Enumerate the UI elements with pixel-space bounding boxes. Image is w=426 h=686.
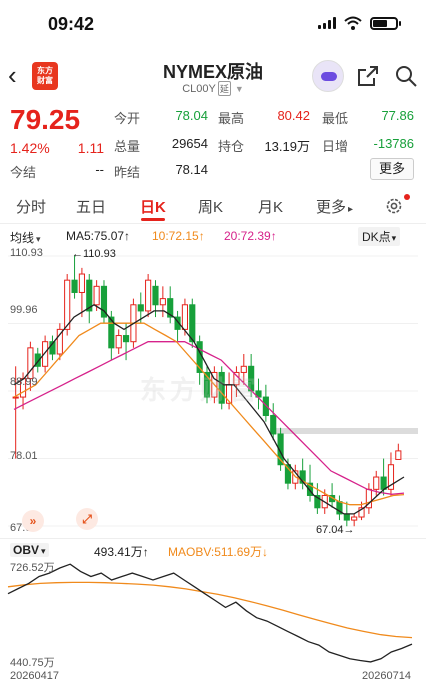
open-interest-label: 持仓 — [218, 139, 245, 154]
high-label: 最高 — [218, 111, 245, 126]
candle-body-11 — [93, 285, 100, 306]
ma5-line — [13, 304, 405, 515]
ma10-value: 10:72.15↑ — [152, 229, 205, 243]
candle-body-52 — [395, 450, 402, 460]
candle-body-8 — [71, 279, 78, 293]
obv-y-tick-bottom: 440.75万 — [10, 657, 55, 669]
tab-five-day[interactable]: 五日 — [76, 196, 106, 217]
ma10-line — [13, 322, 405, 506]
instrument-code: CL00Y — [182, 83, 216, 95]
ma20-value: 20:72.39↑ — [224, 229, 277, 243]
settle-label: 今结 — [10, 165, 37, 180]
open-label: 今开 — [114, 111, 141, 126]
caret-right-icon: ▸ — [348, 204, 354, 215]
high-marker-label: ←110.93 — [72, 248, 116, 260]
wifi-icon — [344, 16, 362, 30]
candle-body-24 — [189, 304, 196, 343]
gear-icon[interactable] — [384, 196, 404, 216]
more-quote-button[interactable]: 更多 — [370, 158, 414, 180]
status-bar: 09:42 — [0, 0, 426, 48]
notification-dot — [404, 194, 410, 200]
last-price: 79.25 — [10, 104, 81, 135]
obv-y-tick-top: 726.52万 — [10, 562, 55, 574]
tab-daily-k[interactable]: 日K — [140, 196, 166, 217]
obv-line — [7, 563, 413, 663]
low-marker-label: 67.04→ — [316, 524, 355, 536]
open-value: 78.04 — [175, 108, 208, 123]
expand-chart-button[interactable]: ⤢ — [76, 508, 98, 530]
obv-selector[interactable]: OBV — [10, 543, 49, 557]
x-end-date: 20260714 — [362, 670, 411, 682]
nav-bar: ‹ 东方 财富 NYMEX原油 CL00Y 延 ▼ — [0, 52, 426, 100]
assistant-avatar[interactable] — [312, 60, 344, 92]
cellular-signal-icon — [318, 17, 336, 29]
candle-body-20 — [159, 298, 166, 306]
change-percent: 1.42% — [10, 140, 50, 156]
candle-body-50 — [380, 476, 387, 490]
change-value: 1.11 — [77, 140, 104, 156]
chevron-down-icon: ▼ — [234, 84, 244, 94]
open-interest-value: 13.19万 — [264, 139, 310, 154]
maobv-line — [7, 581, 413, 639]
candle-body-0 — [12, 396, 19, 399]
search-icon[interactable] — [394, 64, 418, 88]
candle-body-9 — [78, 273, 85, 293]
high-value: 80.42 — [277, 108, 310, 123]
quote-panel: 79.25 1.42% 1.11 今开 78.04 最高 80.42 最低 77… — [0, 102, 426, 182]
candle-body-7 — [64, 279, 71, 330]
candle-body-35 — [270, 415, 277, 435]
y-tick-2: 99.96 — [10, 304, 38, 316]
prev-settle-label: 昨结 — [114, 165, 141, 180]
candle-body-23 — [181, 304, 189, 330]
obv-indicator-bar: OBV 493.41万↑ MAOBV:511.69万↓ — [0, 538, 426, 560]
prev-settle-value: 78.14 — [175, 162, 208, 177]
daily-increase-value: -13786 — [373, 136, 414, 151]
period-tabs: 分时 五日 日K 周K 月K 更多 ▸ — [0, 188, 426, 224]
low-label: 最低 — [322, 111, 349, 126]
daily-increase-label: 日增 — [322, 139, 349, 154]
tab-more-label: 更多 — [316, 199, 347, 216]
delay-tag: 延 — [217, 81, 231, 96]
tab-monthly-k[interactable]: 月K — [258, 196, 283, 217]
candle-body-18 — [145, 279, 152, 312]
collapse-left-button[interactable]: » — [22, 510, 44, 532]
share-icon[interactable] — [356, 64, 380, 88]
volume-value: 29654 — [171, 136, 208, 151]
y-tick-4: 78.01 — [10, 450, 38, 462]
y-tick-1: 110.93 — [10, 247, 43, 259]
candle-body-15 — [122, 335, 130, 343]
active-tab-indicator — [141, 218, 165, 221]
candle-body-46 — [351, 516, 358, 521]
candle-body-19 — [152, 285, 159, 306]
y-tick-3: 88.99 — [10, 376, 38, 388]
status-time: 09:42 — [48, 14, 95, 34]
settle-value: -- — [95, 162, 104, 177]
candle-body-2 — [27, 347, 34, 380]
candle-body-14 — [115, 335, 122, 349]
status-icons — [318, 16, 401, 30]
low-value: 77.86 — [381, 108, 414, 123]
ma-indicator-bar: 均线 MA5:75.07↑ 10:72.15↑ 20:72.39↑ DK点 — [0, 226, 426, 246]
ma20-line — [13, 341, 405, 495]
tab-more[interactable]: 更多 ▸ — [316, 196, 353, 217]
ma5-value: MA5:75.07↑ — [66, 229, 131, 243]
volume-label: 总量 — [114, 139, 141, 154]
candle-body-45 — [343, 513, 350, 521]
x-start-date: 20260417 — [10, 670, 59, 682]
watermark: 东方财富 — [140, 375, 261, 405]
battery-icon — [370, 16, 401, 30]
candle-body-17 — [137, 304, 144, 312]
tab-intraday[interactable]: 分时 — [16, 196, 46, 217]
obv-chart[interactable] — [0, 558, 426, 668]
tab-weekly-k[interactable]: 周K — [198, 196, 223, 217]
candle-body-49 — [373, 476, 380, 490]
